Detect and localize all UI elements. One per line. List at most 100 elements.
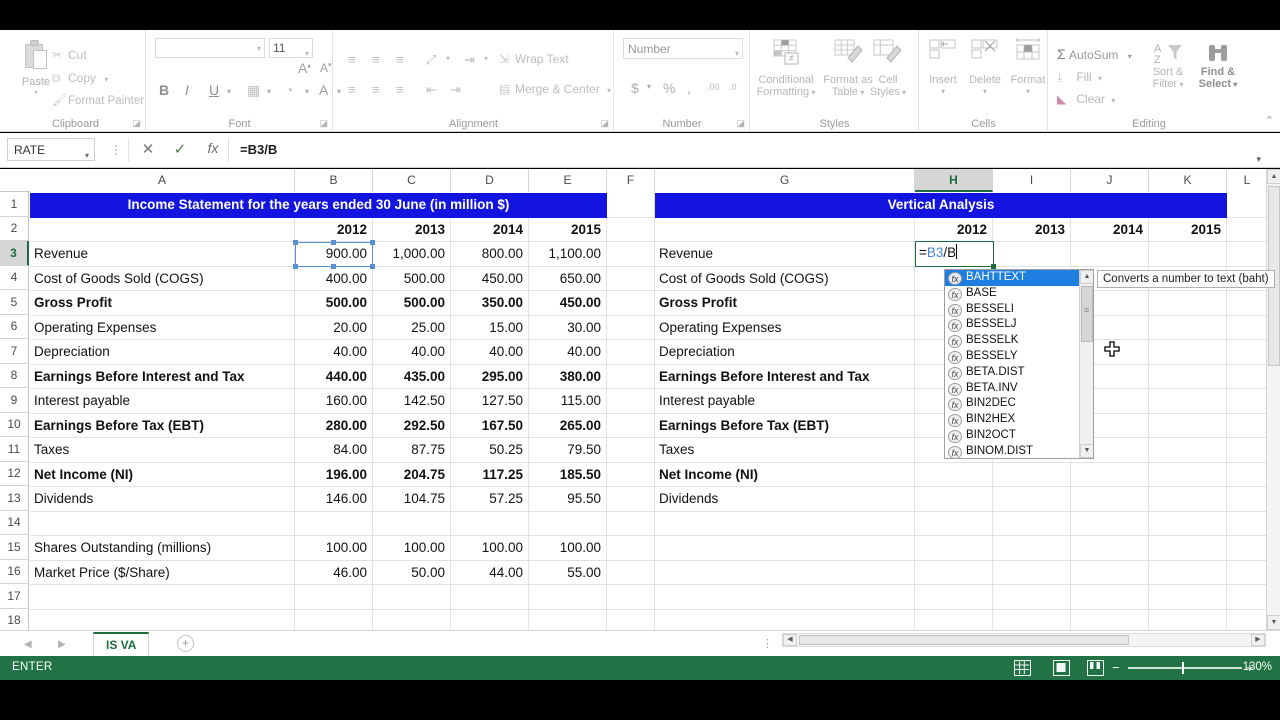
cell-F4[interactable]: [607, 267, 655, 291]
cell-H17[interactable]: [915, 585, 993, 610]
cell-B17[interactable]: [295, 585, 373, 610]
cell-F10[interactable]: [607, 414, 655, 438]
increase-font-size-button[interactable]: A▴: [298, 60, 311, 76]
autocomplete-item[interactable]: fx BESSELJ: [945, 317, 1093, 333]
row-header-7[interactable]: 7: [0, 339, 29, 364]
cell-H14[interactable]: [915, 512, 993, 536]
autocomplete-scrollbar[interactable]: ▲▼: [1079, 270, 1093, 458]
autocomplete-item[interactable]: fx BASE: [945, 286, 1093, 302]
format-painter-button[interactable]: 🖌Format Painter: [52, 93, 144, 107]
year-header-right-2015[interactable]: 2015: [1149, 218, 1227, 242]
cell-A18[interactable]: [30, 610, 295, 630]
cell-L8[interactable]: [1227, 365, 1268, 389]
cell-J3[interactable]: [1071, 242, 1149, 267]
cell-L1[interactable]: [1227, 193, 1268, 218]
value-E3[interactable]: 1,100.00: [529, 242, 607, 267]
column-header-f[interactable]: F: [607, 169, 655, 192]
align-right-icon[interactable]: ≡: [396, 82, 404, 97]
wrap-text-button[interactable]: ⇲ Wrap Text: [499, 52, 569, 66]
cell-L3[interactable]: [1227, 242, 1268, 267]
find-select-button[interactable]: Find & Select ▾: [1192, 42, 1244, 91]
value-D7[interactable]: 40.00: [451, 340, 529, 365]
year-header-left-2012[interactable]: 2012: [295, 218, 373, 242]
value-E4[interactable]: 650.00: [529, 267, 607, 291]
format-cells-button[interactable]: Format ▾: [1006, 36, 1050, 98]
value-C7[interactable]: 40.00: [373, 340, 451, 365]
cell-F12[interactable]: [607, 463, 655, 487]
column-header-h[interactable]: H: [915, 169, 993, 192]
cell-I17[interactable]: [993, 585, 1071, 610]
value-B3[interactable]: 900.00: [295, 242, 373, 267]
number-format-select[interactable]: Number ▾: [623, 38, 743, 59]
label-left-row4[interactable]: Cost of Goods Sold (COGS): [30, 267, 295, 291]
comma-format-icon[interactable]: ,: [687, 80, 691, 96]
column-header-g[interactable]: G: [655, 169, 915, 192]
sheet-tab-is-va[interactable]: IS VA: [93, 632, 150, 656]
column-header-i[interactable]: I: [993, 169, 1071, 192]
cell-G2[interactable]: [655, 218, 915, 242]
number-dialog-launcher[interactable]: ◪: [736, 118, 745, 129]
cell-H18[interactable]: [915, 610, 993, 630]
autocomplete-item[interactable]: fx BAHTTEXT: [945, 270, 1093, 286]
font-name-input[interactable]: ▾: [155, 38, 265, 58]
cell-B14[interactable]: [295, 512, 373, 536]
cell-I15[interactable]: [993, 536, 1071, 561]
autosum-caret-icon[interactable]: ▾: [1128, 52, 1132, 61]
italic-button[interactable]: I: [185, 82, 189, 98]
cell-K10[interactable]: [1149, 414, 1227, 438]
cell-L16[interactable]: [1227, 561, 1268, 585]
font-size-input[interactable]: 11 ▾: [269, 38, 313, 58]
cell-A2[interactable]: [30, 218, 295, 242]
scroll-up-button[interactable]: ▲: [1267, 169, 1280, 184]
cell-H16[interactable]: [915, 561, 993, 585]
label-left-row3[interactable]: Revenue: [30, 242, 295, 267]
row-header-4[interactable]: 4: [0, 266, 29, 290]
row-header-12[interactable]: 12: [0, 462, 29, 486]
new-sheet-button[interactable]: +: [177, 635, 194, 652]
cell-L7[interactable]: [1227, 340, 1268, 365]
autocomplete-scroll-down[interactable]: ▼: [1080, 444, 1093, 458]
cell-K18[interactable]: [1149, 610, 1227, 630]
underline-caret-icon[interactable]: ▾: [227, 87, 231, 96]
value-B13[interactable]: 146.00: [295, 487, 373, 512]
normal-view-button[interactable]: [1014, 660, 1031, 676]
cell-G14[interactable]: [655, 512, 915, 536]
value-B12[interactable]: 196.00: [295, 463, 373, 487]
value-E16[interactable]: 55.00: [529, 561, 607, 585]
cell-L15[interactable]: [1227, 536, 1268, 561]
autocomplete-item[interactable]: fx BIN2OCT: [945, 428, 1093, 444]
cell-F9[interactable]: [607, 389, 655, 414]
row-header-10[interactable]: 10: [0, 413, 29, 437]
label-right-row5[interactable]: Gross Profit: [655, 291, 915, 316]
banner-vertical-analysis[interactable]: Vertical Analysis: [655, 193, 1227, 218]
value-B10[interactable]: 280.00: [295, 414, 373, 438]
page-layout-view-button[interactable]: [1053, 660, 1070, 676]
copy-button[interactable]: ⧉ Copy ▾: [52, 71, 108, 86]
cell-F6[interactable]: [607, 316, 655, 340]
row-header-9[interactable]: 9: [0, 388, 29, 413]
insert-cells-button[interactable]: Insert ▾: [922, 36, 964, 98]
cancel-formula-button[interactable]: ✕: [138, 140, 158, 158]
clipboard-dialog-launcher[interactable]: ◪: [132, 118, 141, 129]
cell-D14[interactable]: [451, 512, 529, 536]
cell-L12[interactable]: [1227, 463, 1268, 487]
cell-G18[interactable]: [655, 610, 915, 630]
align-bottom-icon[interactable]: ≡: [396, 52, 404, 67]
year-header-right-2013[interactable]: 2013: [993, 218, 1071, 242]
column-header-j[interactable]: J: [1071, 169, 1149, 192]
autocomplete-item[interactable]: fx BESSELK: [945, 333, 1093, 349]
currency-format-icon[interactable]: $: [631, 80, 639, 96]
scroll-down-button[interactable]: ▼: [1267, 615, 1280, 630]
value-D5[interactable]: 350.00: [451, 291, 529, 316]
autocomplete-scroll-thumb[interactable]: [1081, 286, 1093, 342]
next-sheet-icon[interactable]: ▶: [58, 639, 66, 650]
cell-J18[interactable]: [1071, 610, 1149, 630]
cell-J17[interactable]: [1071, 585, 1149, 610]
row-header-3[interactable]: 3: [0, 241, 29, 266]
percent-format-icon[interactable]: %: [663, 80, 675, 96]
cell-F13[interactable]: [607, 487, 655, 512]
label-left-row10[interactable]: Earnings Before Tax (EBT): [30, 414, 295, 438]
cell-E14[interactable]: [529, 512, 607, 536]
cell-F15[interactable]: [607, 536, 655, 561]
borders-icon[interactable]: ▦: [247, 82, 260, 99]
